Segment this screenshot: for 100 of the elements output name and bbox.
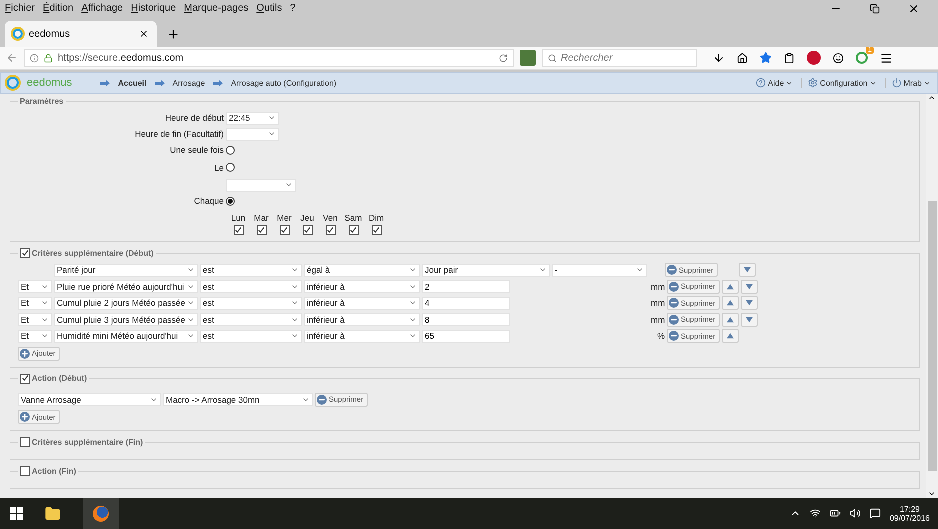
value-field[interactable]: 65 [422, 330, 510, 343]
dropdown[interactable]: inférieur à [304, 280, 420, 294]
scrollbar[interactable] [926, 94, 938, 498]
day-label: Lun [231, 213, 246, 223]
smiley-icon[interactable] [833, 52, 844, 64]
dropdown[interactable]: est [200, 264, 302, 277]
section-checkbox[interactable] [20, 248, 30, 258]
down-triangle-icon [744, 267, 751, 274]
scroll-up-icon[interactable] [928, 94, 936, 102]
move-down-button[interactable] [740, 312, 758, 327]
close-icon[interactable] [908, 2, 920, 14]
checkbox[interactable] [234, 225, 244, 235]
radio-button[interactable] [226, 146, 235, 154]
checkbox[interactable] [256, 225, 266, 235]
breadcrumb-link[interactable]: Arrosage [172, 78, 206, 88]
radio-button[interactable] [226, 163, 235, 172]
folder-icon[interactable] [45, 506, 61, 522]
section-checkbox[interactable] [20, 437, 30, 447]
dropdown[interactable]: Cumul pluie 2 jours Météo passée [54, 296, 198, 310]
wifi-icon[interactable] [810, 508, 821, 519]
header-menu[interactable]: Mrab [884, 78, 931, 88]
value-field[interactable]: 2 [422, 280, 510, 294]
menu-item[interactable]: Affichage [82, 3, 124, 14]
move-down-button[interactable] [740, 296, 758, 310]
notification-icon[interactable] [870, 508, 881, 519]
checkbox[interactable] [372, 225, 382, 235]
dropdown[interactable]: Vanne Arrosage [18, 393, 161, 406]
dropdown[interactable]: Et [18, 313, 52, 326]
dropdown[interactable]: Cumul pluie 3 jours Météo passée [54, 313, 198, 326]
checkbox[interactable] [280, 225, 290, 235]
move-up-button[interactable] [722, 312, 739, 327]
header-menu[interactable]: Aide [750, 78, 794, 88]
header-menu[interactable]: Configuration [801, 78, 877, 88]
move-up-button[interactable] [722, 296, 739, 310]
back-icon[interactable] [6, 52, 18, 64]
volume-icon[interactable] [850, 508, 861, 519]
unit-label: mm [651, 282, 665, 292]
dropdown[interactable]: Humidité mini Météo aujourd'hui [54, 330, 198, 343]
dropdown[interactable]: Et [18, 296, 52, 310]
restore-icon[interactable] [870, 4, 880, 14]
dropdown[interactable]: - [552, 264, 647, 277]
stop-sign-icon[interactable] [807, 51, 821, 65]
home-icon[interactable] [737, 52, 748, 64]
clock[interactable]: 17:29 09/07/2016 [890, 504, 930, 522]
up-triangle-icon [726, 333, 734, 340]
dropdown[interactable]: Jour pair [422, 264, 550, 277]
breadcrumb-link[interactable]: Arrosage auto (Configuration) [231, 78, 337, 88]
checkbox[interactable] [326, 225, 336, 235]
search-field[interactable]: Rechercher [542, 49, 697, 67]
section-checkbox[interactable] [20, 374, 30, 384]
address-field[interactable]: https://secure.eedomus.com [24, 49, 514, 67]
menu-item[interactable]: Marque-pages [184, 3, 249, 14]
day-label: Dim [368, 213, 384, 223]
minus-icon [667, 265, 677, 276]
menu-item[interactable]: Outils [256, 3, 282, 14]
menu-item[interactable]: Fichier [5, 3, 36, 14]
dropdown[interactable]: Et [18, 280, 52, 294]
move-up-button[interactable] [722, 329, 739, 344]
dropdown[interactable]: est [200, 280, 302, 294]
section-checkbox[interactable] [20, 466, 30, 476]
checkbox[interactable] [302, 225, 312, 235]
close-icon[interactable] [139, 29, 149, 39]
dropdown[interactable]: 22:45 [226, 112, 279, 124]
caret-icon [924, 80, 931, 86]
dropdown[interactable]: inférieur à [304, 313, 420, 326]
dropdown[interactable]: est [200, 330, 302, 343]
radio-label: Une seule fois [169, 145, 224, 155]
clipboard-icon[interactable] [784, 52, 795, 64]
menu-item[interactable]: ? [290, 3, 296, 14]
dropdown[interactable]: Macro -> Arrosage 30mn [163, 393, 313, 406]
browser-tab[interactable]: eedomus [5, 21, 157, 47]
search-input[interactable]: Rechercher [561, 52, 691, 64]
move-down-button[interactable] [738, 263, 756, 278]
dropdown[interactable]: Pluie rue prioré Météo aujourd'hui [54, 280, 198, 294]
dropdown[interactable]: Parité jour [54, 264, 198, 277]
download-icon[interactable] [713, 52, 725, 64]
dropdown[interactable]: inférieur à [304, 330, 420, 343]
dropdown[interactable]: égal à [304, 264, 420, 277]
menu-icon[interactable] [880, 52, 893, 64]
menu-item[interactable]: Historique [131, 3, 176, 14]
menu-item[interactable]: Édition [43, 3, 74, 14]
value-field[interactable]: 8 [422, 313, 510, 326]
checkbox[interactable] [348, 225, 358, 235]
battery-icon[interactable] [830, 508, 841, 519]
reload-icon[interactable] [499, 54, 508, 62]
value-field[interactable]: 4 [422, 296, 510, 310]
dropdown[interactable]: Et [18, 330, 52, 343]
breadcrumb-link[interactable]: Accueil [118, 78, 147, 88]
dropdown[interactable]: est [200, 296, 302, 310]
arrow-icon [213, 80, 224, 86]
new-tab-icon[interactable] [167, 28, 180, 41]
dropdown[interactable]: est [200, 313, 302, 326]
move-up-button[interactable] [722, 280, 739, 294]
move-down-button[interactable] [740, 280, 758, 294]
radio-button[interactable] [226, 196, 235, 206]
windows-icon[interactable] [10, 507, 23, 520]
scroll-down-icon[interactable] [928, 490, 936, 498]
dropdown[interactable]: inférieur à [304, 296, 420, 310]
star-icon[interactable] [760, 52, 772, 64]
browser-app-icon[interactable] [83, 498, 119, 529]
